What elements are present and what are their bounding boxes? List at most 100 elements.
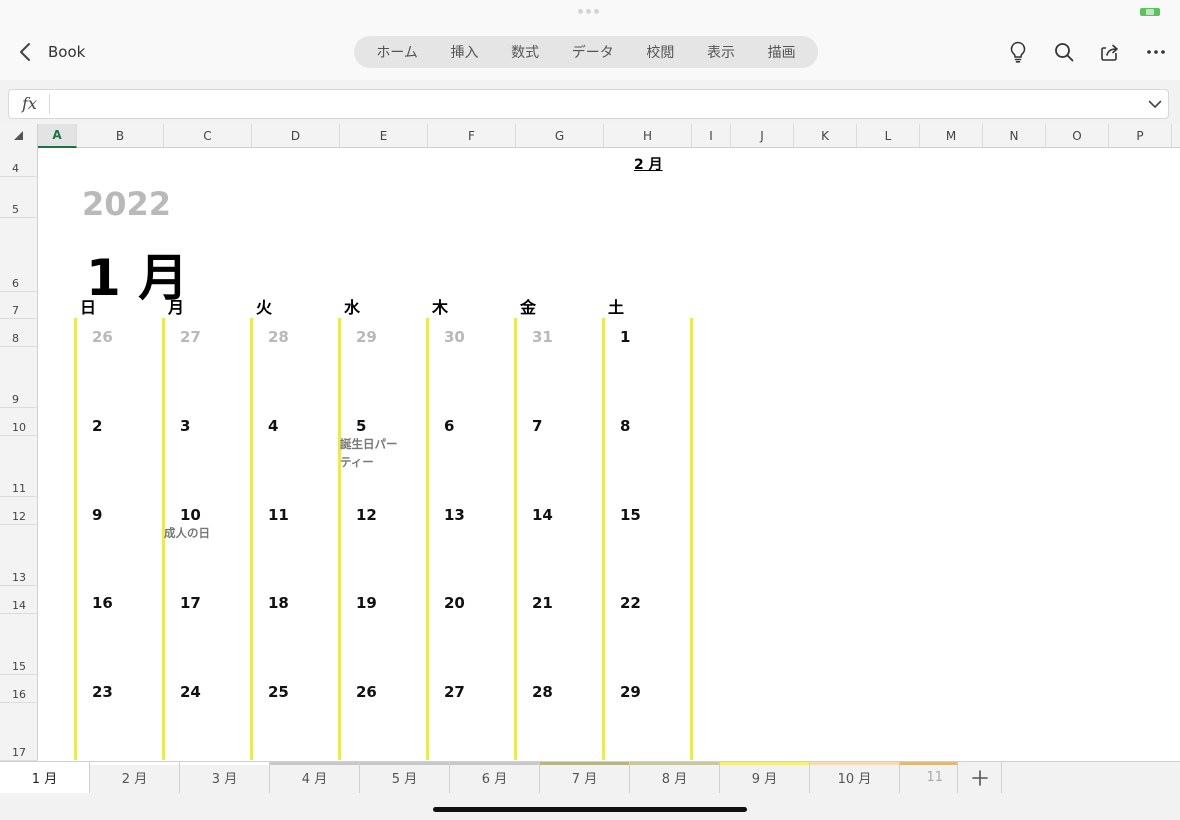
formula-input[interactable] (56, 92, 1140, 118)
column-header-n[interactable]: N (983, 124, 1046, 148)
column-header-o[interactable]: O (1046, 124, 1109, 148)
weekday-mon[interactable]: 月 (168, 294, 184, 318)
tab-formulas[interactable]: 数式 (511, 42, 539, 62)
calendar-day[interactable]: 29 (620, 683, 641, 701)
column-header-f[interactable]: F (428, 124, 516, 148)
lightbulb-icon[interactable] (1006, 40, 1030, 64)
calendar-day[interactable]: 4 (268, 417, 278, 435)
row-header-9[interactable]: 9 (0, 347, 38, 408)
calendar-day[interactable]: 22 (620, 594, 641, 612)
calendar-day[interactable]: 27 (180, 328, 201, 346)
row-header-15[interactable]: 15 (0, 614, 38, 675)
sheet-tab[interactable]: 3 月 (180, 762, 270, 793)
calendar-day[interactable]: 25 (268, 683, 289, 701)
calendar-day[interactable]: 6 (444, 417, 454, 435)
sheet-tab[interactable]: 10 月 (810, 762, 900, 793)
calendar-day[interactable]: 18 (268, 594, 289, 612)
row-header-4[interactable]: 4 (0, 148, 38, 177)
calendar-day[interactable]: 26 (92, 328, 113, 346)
calendar-day[interactable]: 16 (92, 594, 113, 612)
weekday-tue[interactable]: 火 (256, 294, 272, 318)
workbook-title[interactable]: Book (48, 43, 85, 61)
calendar-day[interactable]: 10 (180, 506, 201, 524)
row-header-11[interactable]: 11 (0, 436, 38, 497)
calendar-day[interactable]: 1 (620, 328, 630, 346)
calendar-day[interactable]: 23 (92, 683, 113, 701)
tab-insert[interactable]: 挿入 (451, 42, 479, 62)
calendar-day[interactable]: 26 (356, 683, 377, 701)
row-header-5[interactable]: 5 (0, 177, 38, 218)
calendar-year[interactable]: 2022 (82, 185, 171, 223)
calendar-day[interactable]: 28 (268, 328, 289, 346)
calendar-event[interactable]: 成人の日 (164, 524, 236, 542)
calendar-day[interactable]: 27 (444, 683, 465, 701)
calendar-day[interactable]: 12 (356, 506, 377, 524)
sheet-tab[interactable]: 4 月 (270, 762, 360, 793)
next-month-link[interactable]: 2 月 (634, 154, 663, 174)
tab-draw[interactable]: 描画 (768, 42, 796, 62)
row-header-10[interactable]: 10 (0, 408, 38, 436)
sheet-tab[interactable]: 1 月 (0, 762, 90, 793)
sheet-tab[interactable]: 7 月 (540, 762, 630, 793)
column-header-b[interactable]: B (77, 124, 164, 148)
search-icon[interactable] (1052, 40, 1076, 64)
row-header-16[interactable]: 16 (0, 675, 38, 703)
tab-view[interactable]: 表示 (707, 42, 735, 62)
more-icon[interactable] (1144, 40, 1168, 64)
calendar-day[interactable]: 19 (356, 594, 377, 612)
calendar-day[interactable]: 3 (180, 417, 190, 435)
column-header-j[interactable]: J (731, 124, 794, 148)
column-header-a[interactable]: A (38, 124, 77, 148)
column-header-e[interactable]: E (340, 124, 428, 148)
calendar-day[interactable]: 28 (532, 683, 553, 701)
row-header-14[interactable]: 14 (0, 586, 38, 614)
column-header-i[interactable]: I (692, 124, 731, 148)
row-header-8[interactable]: 8 (0, 319, 38, 347)
calendar-day[interactable]: 31 (532, 328, 553, 346)
calendar-day[interactable]: 8 (620, 417, 630, 435)
calendar-day[interactable]: 2 (92, 417, 102, 435)
calendar-day[interactable]: 11 (268, 506, 289, 524)
row-header-17[interactable]: 17 (0, 703, 38, 761)
share-icon[interactable] (1098, 40, 1122, 64)
sheet-tab[interactable]: 9 月 (720, 762, 810, 793)
calendar-event[interactable]: 誕生日パー ティー (340, 435, 412, 471)
calendar-day[interactable]: 5 (356, 417, 366, 435)
calendar-day[interactable]: 9 (92, 506, 102, 524)
calendar-day[interactable]: 21 (532, 594, 553, 612)
weekday-sat[interactable]: 土 (608, 294, 624, 318)
weekday-thu[interactable]: 木 (432, 294, 448, 318)
back-button[interactable] (14, 40, 36, 64)
sheet-tab[interactable]: 6 月 (450, 762, 540, 793)
row-header-7[interactable]: 7 (0, 292, 38, 319)
weekday-fri[interactable]: 金 (520, 294, 536, 318)
multitasking-dots[interactable] (578, 9, 602, 15)
calendar-day[interactable]: 13 (444, 506, 465, 524)
column-header-l[interactable]: L (857, 124, 920, 148)
column-header-m[interactable]: M (920, 124, 983, 148)
weekday-wed[interactable]: 水 (344, 294, 360, 318)
tab-review[interactable]: 校閲 (646, 42, 674, 62)
calendar-day[interactable]: 29 (356, 328, 377, 346)
column-header-g[interactable]: G (516, 124, 604, 148)
calendar-day[interactable]: 24 (180, 683, 201, 701)
column-header-c[interactable]: C (164, 124, 252, 148)
tab-data[interactable]: データ (572, 42, 614, 62)
column-header-k[interactable]: K (794, 124, 857, 148)
weekday-sun[interactable]: 日 (80, 294, 96, 318)
calendar-day[interactable]: 20 (444, 594, 465, 612)
sheet-tab[interactable]: 5 月 (360, 762, 450, 793)
sheet-tab[interactable]: 8 月 (630, 762, 720, 793)
chevron-down-icon[interactable] (1146, 94, 1164, 114)
column-header-h[interactable]: H (604, 124, 692, 148)
row-header-13[interactable]: 13 (0, 525, 38, 586)
row-header-12[interactable]: 12 (0, 497, 38, 525)
calendar-day[interactable]: 7 (532, 417, 542, 435)
calendar-day[interactable]: 17 (180, 594, 201, 612)
calendar-day[interactable]: 30 (444, 328, 465, 346)
calendar-day[interactable]: 14 (532, 506, 553, 524)
tab-home[interactable]: ホーム (376, 42, 418, 62)
row-header-6[interactable]: 6 (0, 218, 38, 292)
column-header-p[interactable]: P (1109, 124, 1172, 148)
column-header-d[interactable]: D (252, 124, 340, 148)
